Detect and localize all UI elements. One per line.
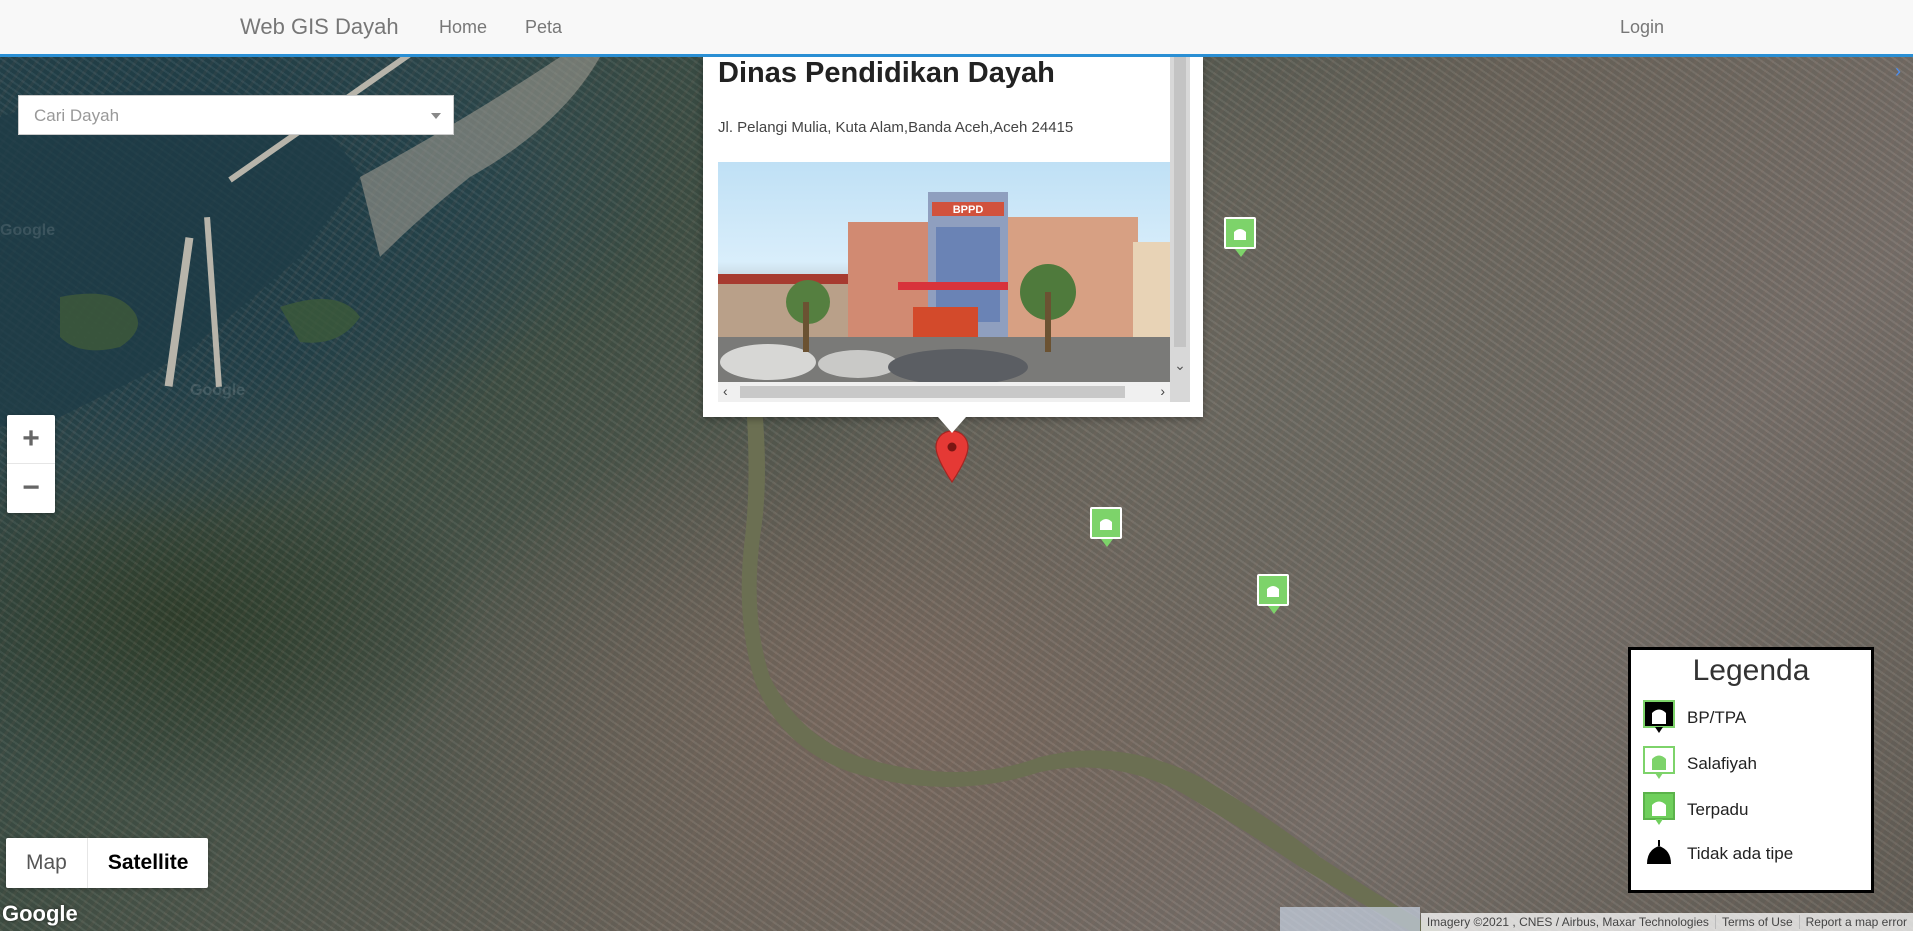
terms-link[interactable]: Terms of Use bbox=[1714, 915, 1799, 929]
bp-tpa-icon bbox=[1643, 700, 1675, 733]
mosque-icon bbox=[1267, 586, 1279, 597]
dayah-marker[interactable] bbox=[1224, 217, 1256, 257]
map-watermark: Google bbox=[190, 382, 246, 399]
mosque-icon bbox=[1100, 519, 1112, 530]
legend-label: BP/TPA bbox=[1687, 708, 1747, 727]
info-window-tail bbox=[938, 417, 966, 433]
map-watermark: Google bbox=[0, 222, 56, 239]
building-photo: BPPD bbox=[718, 162, 1170, 384]
zoom-out-button[interactable]: − bbox=[7, 464, 55, 512]
imagery-credit: Imagery ©2021 , CNES / Airbus, Maxar Tec… bbox=[1426, 915, 1709, 929]
info-address: Jl. Pelangi Mulia, Kuta Alam,Banda Aceh,… bbox=[718, 119, 1074, 136]
nav-login[interactable]: Login bbox=[1620, 17, 1664, 38]
zoom-control: + − bbox=[7, 415, 55, 513]
search-select[interactable]: Cari Dayah bbox=[18, 95, 454, 135]
search-placeholder: Cari Dayah bbox=[34, 106, 120, 125]
brand[interactable]: Web GIS Dayah bbox=[240, 14, 399, 40]
map-pin-icon[interactable] bbox=[934, 430, 970, 485]
map-type-satellite-button[interactable]: Satellite bbox=[86, 838, 209, 888]
nav-peta[interactable]: Peta bbox=[525, 17, 562, 38]
scroll-thumb[interactable] bbox=[740, 386, 1125, 398]
dayah-marker[interactable] bbox=[1090, 507, 1122, 547]
legend-label: Terpadu bbox=[1687, 800, 1749, 819]
scroll-left-icon[interactable]: ‹ bbox=[723, 383, 728, 399]
scroll-thumb[interactable] bbox=[1174, 57, 1186, 347]
google-logo[interactable]: Google bbox=[2, 901, 78, 927]
legend-label: Tidak ada tipe bbox=[1687, 844, 1794, 863]
salafiyah-icon bbox=[1643, 746, 1675, 779]
info-window: Dinas Pendidikan Dayah Jl. Pelangi Mulia… bbox=[703, 57, 1203, 417]
zoom-in-button[interactable]: + bbox=[7, 415, 55, 464]
chevron-icon[interactable]: › bbox=[1895, 61, 1901, 82]
building-sign: BPPD bbox=[953, 204, 984, 216]
info-title: Dinas Pendidikan Dayah bbox=[718, 57, 1055, 89]
mosque-icon bbox=[1234, 229, 1246, 240]
report-error-link[interactable]: Report a map error bbox=[1798, 915, 1913, 929]
map-canvas[interactable]: Google Google › Cari Dayah + − Map Satel… bbox=[0, 57, 1913, 931]
scroll-right-icon[interactable]: › bbox=[1160, 383, 1165, 399]
terpadu-icon bbox=[1643, 792, 1675, 825]
nav-home[interactable]: Home bbox=[439, 17, 487, 38]
dayah-marker[interactable] bbox=[1257, 574, 1289, 614]
map-type-map-button[interactable]: Map bbox=[6, 838, 87, 888]
attribution-bar: Imagery ©2021 , CNES / Airbus, Maxar Tec… bbox=[1420, 913, 1913, 931]
legend-label: Salafiyah bbox=[1687, 754, 1757, 773]
scroll-down-icon[interactable]: ⌄ bbox=[1170, 357, 1190, 374]
map-type-control: Map Satellite bbox=[6, 838, 209, 888]
caret-down-icon[interactable] bbox=[431, 113, 441, 119]
no-type-icon bbox=[1647, 840, 1671, 864]
info-vertical-scrollbar[interactable]: ⌄ bbox=[1170, 57, 1190, 402]
navbar: Web GIS Dayah Home Peta Login bbox=[0, 0, 1913, 57]
building-illustration: BPPD bbox=[718, 192, 1170, 384]
info-horizontal-scrollbar[interactable]: ‹ › bbox=[718, 382, 1170, 402]
legend-title: Legenda bbox=[1692, 654, 1810, 687]
legend: Legenda BP/TPA Salafiyah Terpadu Tidak a… bbox=[1628, 647, 1874, 893]
